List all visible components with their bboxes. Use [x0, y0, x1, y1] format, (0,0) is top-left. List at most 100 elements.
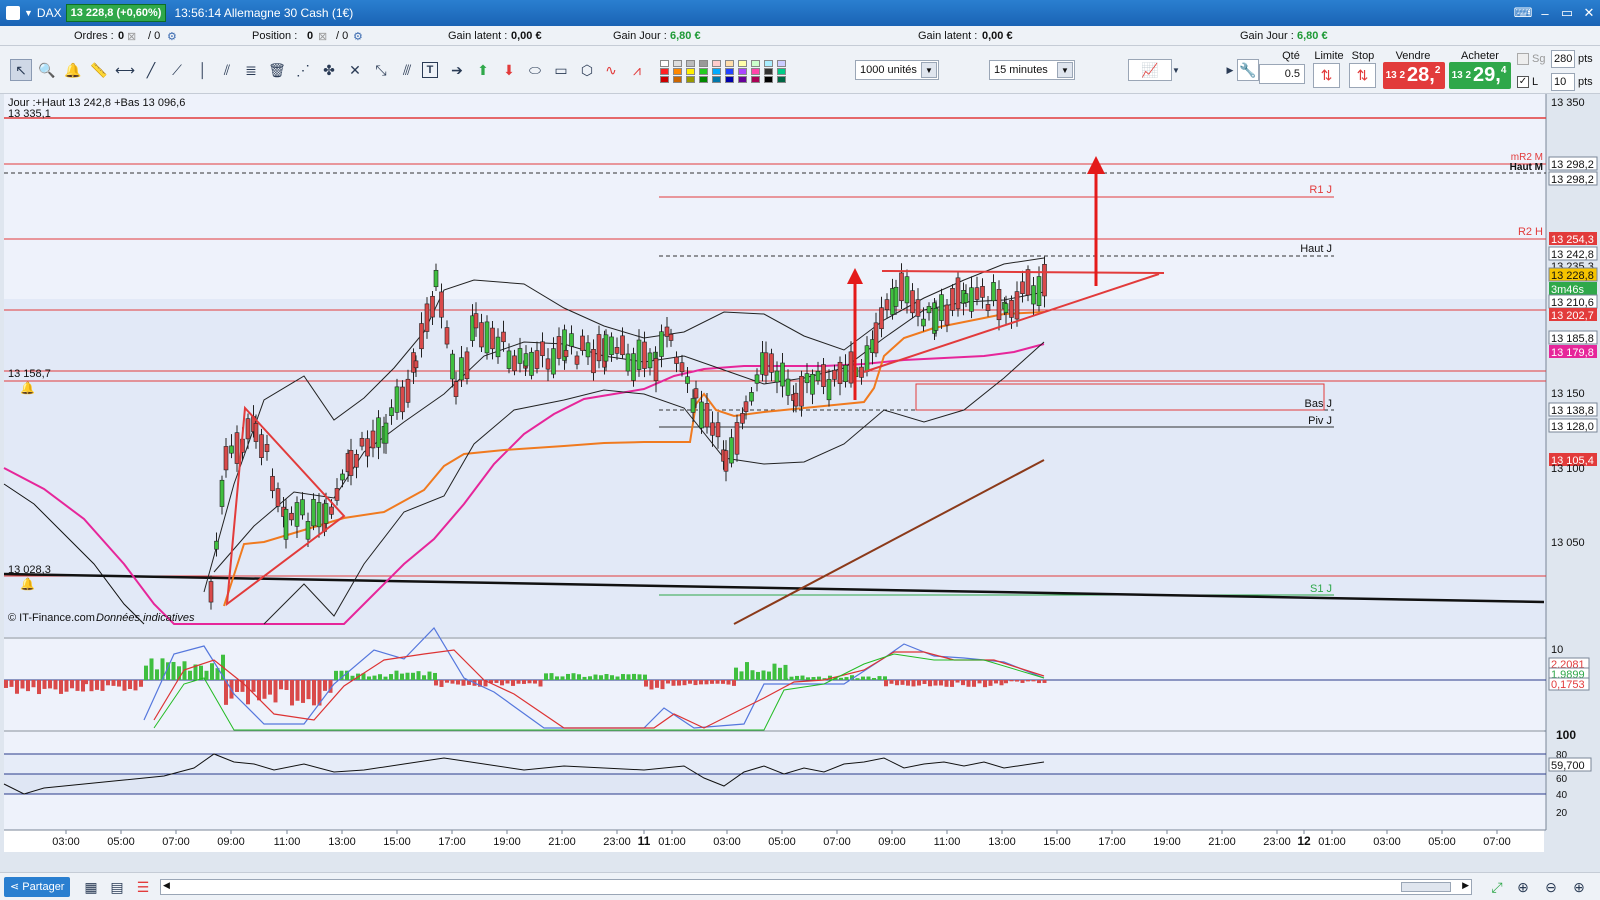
arrow-right-icon[interactable]: ➔	[446, 59, 468, 81]
stop-order-button[interactable]: ⇅	[1349, 63, 1376, 88]
list-icon[interactable]: ☰	[132, 876, 154, 898]
color-swatch[interactable]	[751, 68, 760, 75]
fibonacci-icon[interactable]: ≣	[240, 59, 262, 81]
position-settings-icon[interactable]: ⚙	[353, 30, 363, 43]
instrument-name[interactable]: DAX	[37, 6, 62, 20]
scrollbar-thumb[interactable]	[1401, 882, 1451, 892]
sg-input[interactable]: 280	[1551, 50, 1575, 68]
ruler-icon[interactable]: 📏	[88, 59, 110, 81]
indicators-icon[interactable]: 📈	[1128, 59, 1172, 81]
delete-icon[interactable]: 🗑	[266, 59, 288, 81]
color-swatch[interactable]	[712, 76, 721, 83]
units-select[interactable]: 1000 unités ▼	[855, 60, 939, 80]
ellipse-icon[interactable]: ⬭	[524, 59, 546, 81]
vertical-line-icon[interactable]: │	[192, 59, 214, 81]
chart-area[interactable]: Jour :+Haut 13 242,8 +Bas 13 096,6 13 33…	[3, 94, 1598, 852]
maximize-icon[interactable]: ▭	[1556, 4, 1578, 22]
close-icon[interactable]: ✕	[1578, 4, 1600, 22]
color-swatch[interactable]	[660, 68, 669, 75]
zoom-fit-icon[interactable]: ⊕	[1512, 876, 1534, 898]
l-checkbox[interactable]: ✓	[1517, 76, 1529, 88]
wrench-icon[interactable]: 🔧	[1237, 59, 1259, 81]
color-swatch[interactable]	[764, 76, 773, 83]
buy-button[interactable]: 13 2 29, 4	[1449, 62, 1511, 89]
color-swatch[interactable]	[686, 76, 695, 83]
zoom-icon[interactable]: 🔍	[36, 59, 58, 81]
cancel-orders-icon[interactable]: ⊠	[127, 30, 136, 43]
cursor-icon[interactable]: ↖	[10, 59, 32, 81]
color-swatch[interactable]	[712, 60, 721, 67]
limit-order-button[interactable]: ⇅	[1313, 63, 1340, 88]
scroll-left-icon[interactable]: ◀	[163, 880, 170, 891]
close-position-icon[interactable]: ⊠	[318, 30, 327, 43]
color-swatch[interactable]	[725, 60, 734, 67]
arrow-line-icon[interactable]: ⤡	[370, 59, 392, 81]
color-swatch[interactable]	[660, 76, 669, 83]
color-swatch[interactable]	[699, 76, 708, 83]
arrow-down-icon[interactable]: ⬇	[498, 59, 520, 81]
color-swatch[interactable]	[686, 68, 695, 75]
rectangle-icon[interactable]: ▭	[550, 59, 572, 81]
settings-icon[interactable]: ⚙	[167, 30, 177, 43]
auto-scale-icon[interactable]: ⤢	[1486, 876, 1508, 898]
color-swatch[interactable]	[712, 68, 721, 75]
alert-icon[interactable]: 🔔	[62, 59, 84, 81]
color-swatch[interactable]	[660, 60, 669, 67]
channel-icon[interactable]: ⫽	[216, 59, 238, 81]
sell-button[interactable]: 13 2 28, 2	[1383, 62, 1445, 89]
timeframe-select[interactable]: 15 minutes ▼	[989, 60, 1075, 80]
keyboard-icon[interactable]: ⌨	[1512, 4, 1534, 22]
minimize-icon[interactable]: –	[1534, 4, 1556, 22]
segment-icon[interactable]: ╱	[140, 59, 162, 81]
color-swatch[interactable]	[738, 76, 747, 83]
zigzag-icon[interactable]: ⩘	[626, 59, 648, 81]
zoom-out-icon[interactable]: ⊖	[1540, 876, 1562, 898]
color-swatch[interactable]	[686, 60, 695, 67]
pitchfork-icon[interactable]: ⫻	[396, 59, 418, 81]
color-swatch[interactable]	[725, 68, 734, 75]
color-swatch[interactable]	[725, 76, 734, 83]
text-tool-icon[interactable]: T	[422, 62, 438, 78]
color-swatch[interactable]	[777, 68, 786, 75]
layout-icon[interactable]: ▦	[80, 876, 102, 898]
horizontal-scrollbar[interactable]: ◀ ▶	[160, 879, 1472, 895]
alert-bell-icon[interactable]: 🔔	[20, 381, 35, 395]
color-swatch[interactable]	[777, 60, 786, 67]
color-palette[interactable]	[660, 60, 810, 83]
horizontal-line-icon[interactable]: ⟷	[114, 59, 136, 81]
color-swatch[interactable]	[699, 60, 708, 67]
color-swatch[interactable]	[764, 68, 773, 75]
price-axis[interactable]: 13 350 13 298,2 13 298,2 13 254,3 13 242,8 13…	[1548, 97, 1598, 549]
alert-bell-icon[interactable]: 🔔	[20, 577, 35, 591]
sg-checkbox[interactable]	[1517, 53, 1529, 65]
price-chart[interactable]: Jour :+Haut 13 242,8 +Bas 13 096,6 13 33…	[3, 94, 1600, 852]
arrow-up-icon[interactable]: ⬆	[472, 59, 494, 81]
color-swatch[interactable]	[738, 60, 747, 67]
color-swatch[interactable]	[751, 60, 760, 67]
color-swatch[interactable]	[673, 60, 682, 67]
chevron-down-icon[interactable]: ▼	[24, 8, 33, 18]
share-button[interactable]: ⋖ Partager	[4, 877, 71, 897]
wave-icon[interactable]: ∿	[600, 59, 622, 81]
zoom-in-icon[interactable]: ⊕	[1568, 876, 1590, 898]
fan-icon[interactable]: ⋰	[292, 59, 314, 81]
candle-body	[969, 287, 974, 312]
chevron-down-icon[interactable]: ▼	[1170, 59, 1182, 81]
polygon-icon[interactable]: ⬡	[576, 59, 598, 81]
magnet-icon[interactable]: ✤	[318, 59, 340, 81]
cross-icon[interactable]: ✕	[344, 59, 366, 81]
collapse-icon[interactable]: ▶	[1224, 59, 1236, 81]
trendline-icon[interactable]: ⟋	[166, 59, 188, 81]
color-swatch[interactable]	[673, 76, 682, 83]
color-swatch[interactable]	[751, 76, 760, 83]
qty-input[interactable]: 0.5	[1259, 64, 1305, 84]
table-icon[interactable]: ▤	[106, 876, 128, 898]
color-swatch[interactable]	[764, 60, 773, 67]
l-input[interactable]: 10	[1551, 73, 1575, 91]
color-swatch[interactable]	[699, 68, 708, 75]
color-swatch[interactable]	[777, 76, 786, 83]
time-axis[interactable]: 03:00 05:00 07:00 09:00 11:00 13:00 15:00 17:00…	[52, 830, 1511, 848]
color-swatch[interactable]	[738, 68, 747, 75]
scroll-right-icon[interactable]: ▶	[1462, 880, 1469, 891]
color-swatch[interactable]	[673, 68, 682, 75]
